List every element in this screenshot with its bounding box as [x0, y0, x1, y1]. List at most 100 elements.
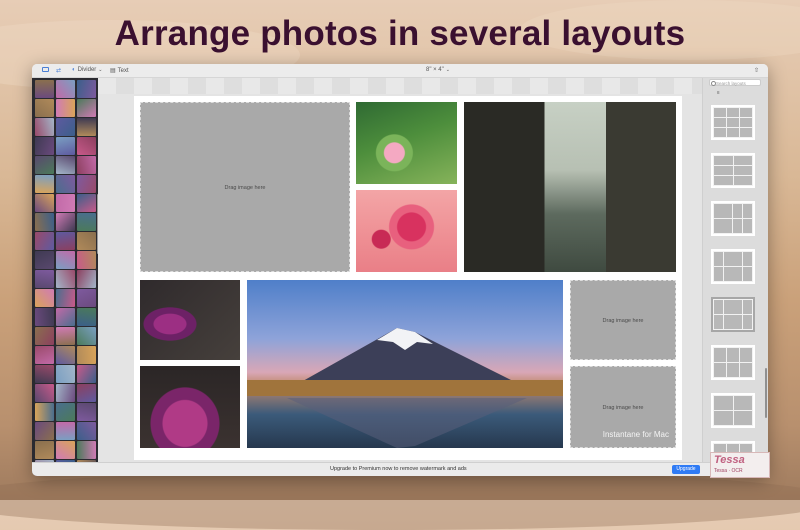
photo-thumbnail[interactable] — [35, 289, 54, 307]
layout-template[interactable] — [711, 153, 755, 188]
photo-thumbnail[interactable] — [77, 384, 96, 402]
rearrange-button[interactable]: ⇄ — [56, 67, 61, 74]
layout-template[interactable] — [711, 249, 755, 284]
text-button[interactable]: ▤ Text — [110, 67, 129, 75]
photo-thumbnail[interactable] — [56, 422, 75, 440]
layout-cell — [733, 204, 742, 218]
layout-cell — [714, 156, 733, 165]
photo-thumbnail[interactable] — [56, 441, 75, 459]
photo-pink-flower[interactable] — [356, 190, 457, 272]
photo-thumbnail[interactable] — [56, 137, 75, 155]
photo-thumbnail[interactable] — [35, 80, 54, 98]
photo-thumbnail[interactable] — [77, 232, 96, 250]
layout-template[interactable] — [711, 345, 755, 380]
layout-template[interactable] — [711, 393, 755, 428]
photo-thumbnail[interactable] — [56, 213, 75, 231]
layout-cell — [714, 166, 733, 175]
layout-search-input[interactable]: Search layouts — [709, 79, 761, 86]
photo-thumbnail[interactable] — [77, 80, 96, 98]
photo-thumbnail[interactable] — [35, 403, 54, 421]
photo-thumbnail[interactable] — [35, 194, 54, 212]
photo-thumbnail[interactable] — [77, 403, 96, 421]
photo-thumbnail[interactable] — [56, 365, 75, 383]
photo-thumbnail[interactable] — [56, 308, 75, 326]
text-label: Text — [117, 67, 129, 74]
photo-thumbnail[interactable] — [35, 175, 54, 193]
photo-thumbnail[interactable] — [35, 270, 54, 288]
upgrade-button[interactable]: Upgrade — [672, 465, 700, 474]
photo-thumbnail[interactable] — [35, 156, 54, 174]
photo-thumbnail[interactable] — [77, 346, 96, 364]
photo-thumbnail[interactable] — [56, 156, 75, 174]
page-size-select[interactable]: 8" × 4" ⌄ — [426, 67, 450, 73]
photo-thumbnail[interactable] — [77, 213, 96, 231]
headline: Arrange photos in several layouts — [114, 14, 686, 53]
photo-thumbnail[interactable] — [77, 137, 96, 155]
photo-thumbnail[interactable] — [35, 232, 54, 250]
photo-thumbnail[interactable] — [35, 99, 54, 117]
photo-thumbnail[interactable] — [56, 232, 75, 250]
layout-cell — [714, 315, 723, 329]
layout-cell — [733, 219, 742, 233]
photo-slot-empty[interactable]: Drag image here — [570, 280, 676, 360]
photo-lilac-top[interactable] — [140, 280, 240, 360]
photo-thumbnail[interactable] — [35, 346, 54, 364]
layouts-scrollbar[interactable] — [765, 368, 767, 418]
photo-thumbnail[interactable] — [56, 289, 75, 307]
photo-thumbnail[interactable] — [56, 346, 75, 364]
photo-thumbnail[interactable] — [35, 422, 54, 440]
photo-thumbnail[interactable] — [77, 327, 96, 345]
photo-thumbnail[interactable] — [77, 118, 96, 136]
photo-thumbnail[interactable] — [35, 251, 54, 269]
photo-thumbnail[interactable] — [56, 175, 75, 193]
photo-karst-bay[interactable] — [464, 102, 676, 272]
divider-button[interactable]: ◐ Divider ⌄ — [72, 67, 103, 73]
photo-thumbnail[interactable] — [77, 308, 96, 326]
photo-thumbnail[interactable] — [35, 213, 54, 231]
layout-cell — [740, 118, 752, 127]
photo-thumbnail[interactable] — [35, 384, 54, 402]
photo-thumbnail[interactable] — [77, 441, 96, 459]
layout-cell — [714, 176, 733, 185]
photo-thumbnail[interactable] — [35, 118, 54, 136]
photo-slot-empty[interactable]: Drag image here — [140, 102, 350, 272]
photo-thumbnail[interactable] — [56, 194, 75, 212]
photo-thumbnail[interactable] — [35, 308, 54, 326]
photo-thumbnail[interactable] — [56, 251, 75, 269]
photo-thumbnail[interactable] — [56, 80, 75, 98]
photo-thumbnail[interactable] — [56, 384, 75, 402]
photo-thumbnail[interactable] — [77, 175, 96, 193]
photo-thumbnail[interactable] — [77, 365, 96, 383]
photo-thumbnail[interactable] — [35, 441, 54, 459]
photo-slot-empty[interactable]: Drag image here Instantane for Mac — [570, 366, 676, 448]
photo-thumbnail[interactable] — [56, 99, 75, 117]
layout-template[interactable] — [711, 105, 755, 140]
photo-mountain-lake[interactable] — [247, 280, 563, 448]
photo-thumbnail[interactable] — [56, 270, 75, 288]
photo-thumbnail[interactable] — [35, 365, 54, 383]
photo-library-sidebar[interactable] — [32, 78, 98, 476]
layout-template[interactable] — [711, 201, 755, 236]
photo-thumbnail[interactable] — [77, 422, 96, 440]
photo-thumbnail[interactable] — [56, 118, 75, 136]
page-size-value: 8" × 4" — [426, 67, 444, 73]
layout-template[interactable] — [711, 297, 755, 332]
photo-thumbnail[interactable] — [77, 99, 96, 117]
canvas-area: Drag image here Drag image here Drag ima… — [98, 78, 702, 462]
layout-view-button[interactable] — [42, 67, 49, 72]
layout-cell — [727, 348, 739, 362]
photo-thumbnail[interactable] — [56, 403, 75, 421]
layout-cell — [714, 300, 723, 314]
photo-lilac-bottom[interactable] — [140, 366, 240, 448]
photo-thumbnail[interactable] — [35, 137, 54, 155]
photo-thumbnail[interactable] — [77, 251, 96, 269]
share-button[interactable]: ⇧ — [754, 67, 759, 74]
photo-thumbnail[interactable] — [77, 156, 96, 174]
photo-thumbnail[interactable] — [77, 289, 96, 307]
photo-thumbnail[interactable] — [77, 270, 96, 288]
photo-thumbnail[interactable] — [35, 327, 54, 345]
photo-thumbnail[interactable] — [56, 327, 75, 345]
layout-cell — [724, 300, 742, 314]
photo-lotus[interactable] — [356, 102, 457, 184]
photo-thumbnail[interactable] — [77, 194, 96, 212]
